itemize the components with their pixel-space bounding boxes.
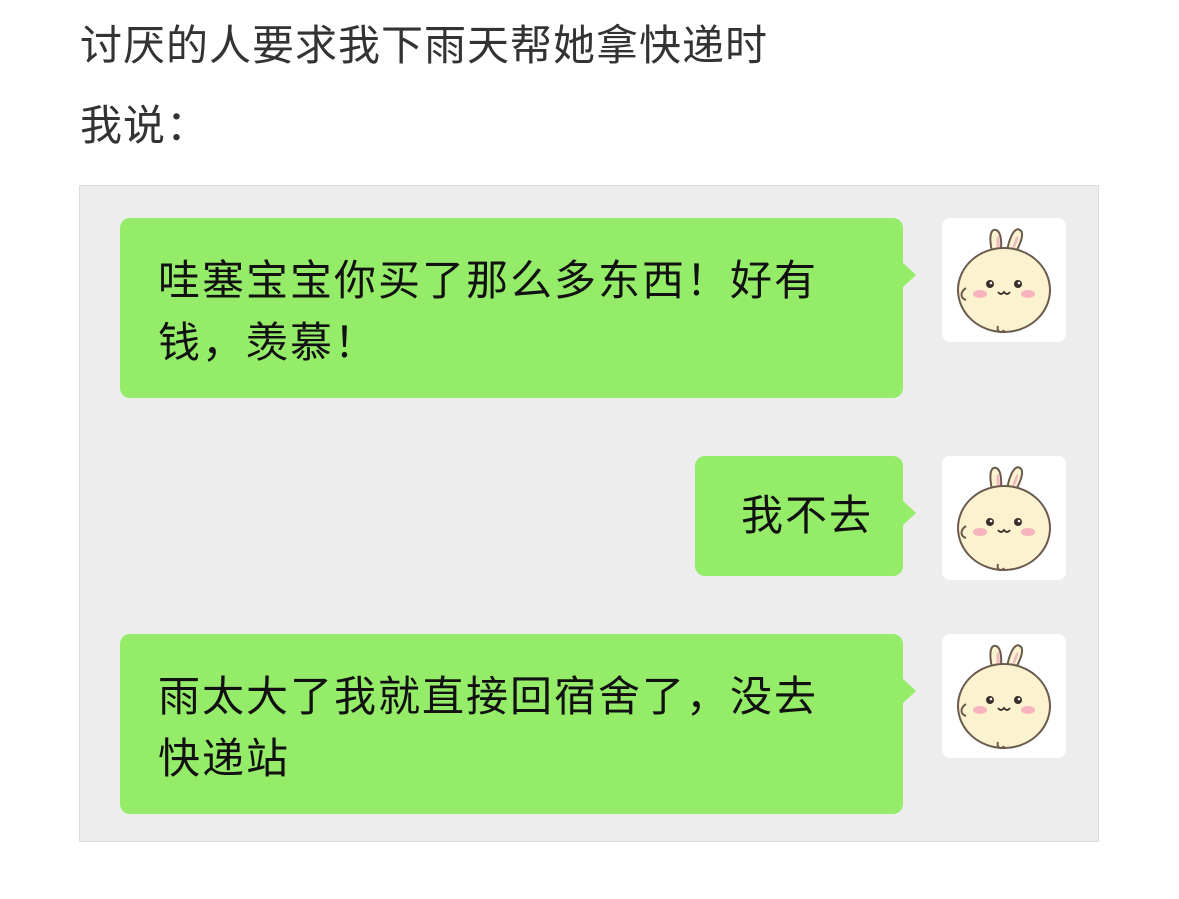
caption-line-1: 讨厌的人要求我下雨天帮她拿快递时 [80,21,769,70]
caption-line-2: 我说： [80,101,210,150]
message-text-line: 哇塞宝宝你买了那么多东西！好有 [158,256,819,305]
message-bubble[interactable]: 哇塞宝宝你买了那么多东西！好有 钱，羡慕！ [120,218,916,398]
bunny-avatar-drawing [957,644,1051,750]
bunny-avatar-drawing [957,466,1051,572]
message-bubble[interactable]: 我不去 [695,456,916,576]
message-text: 我不去 [740,491,873,540]
bunny-avatar-drawing [957,228,1051,334]
bunny-avatar-icon[interactable] [942,634,1066,758]
message-bubble[interactable]: 雨太大了我就直接回宿舍了，没去 快递站 [120,634,916,814]
message-text-line: 快递站 [158,734,291,783]
message-text-line: 雨太大了我就直接回宿舍了，没去 [158,672,819,721]
bunny-avatar-icon[interactable] [942,218,1066,342]
chat-screenshot: 哇塞宝宝你买了那么多东西！好有 钱，羡慕！ 我不去 雨太大了我就直接回宿舍了，没… [79,185,1099,842]
message-text-line: 钱，羡慕！ [158,318,379,367]
bunny-avatar-icon[interactable] [942,456,1066,580]
